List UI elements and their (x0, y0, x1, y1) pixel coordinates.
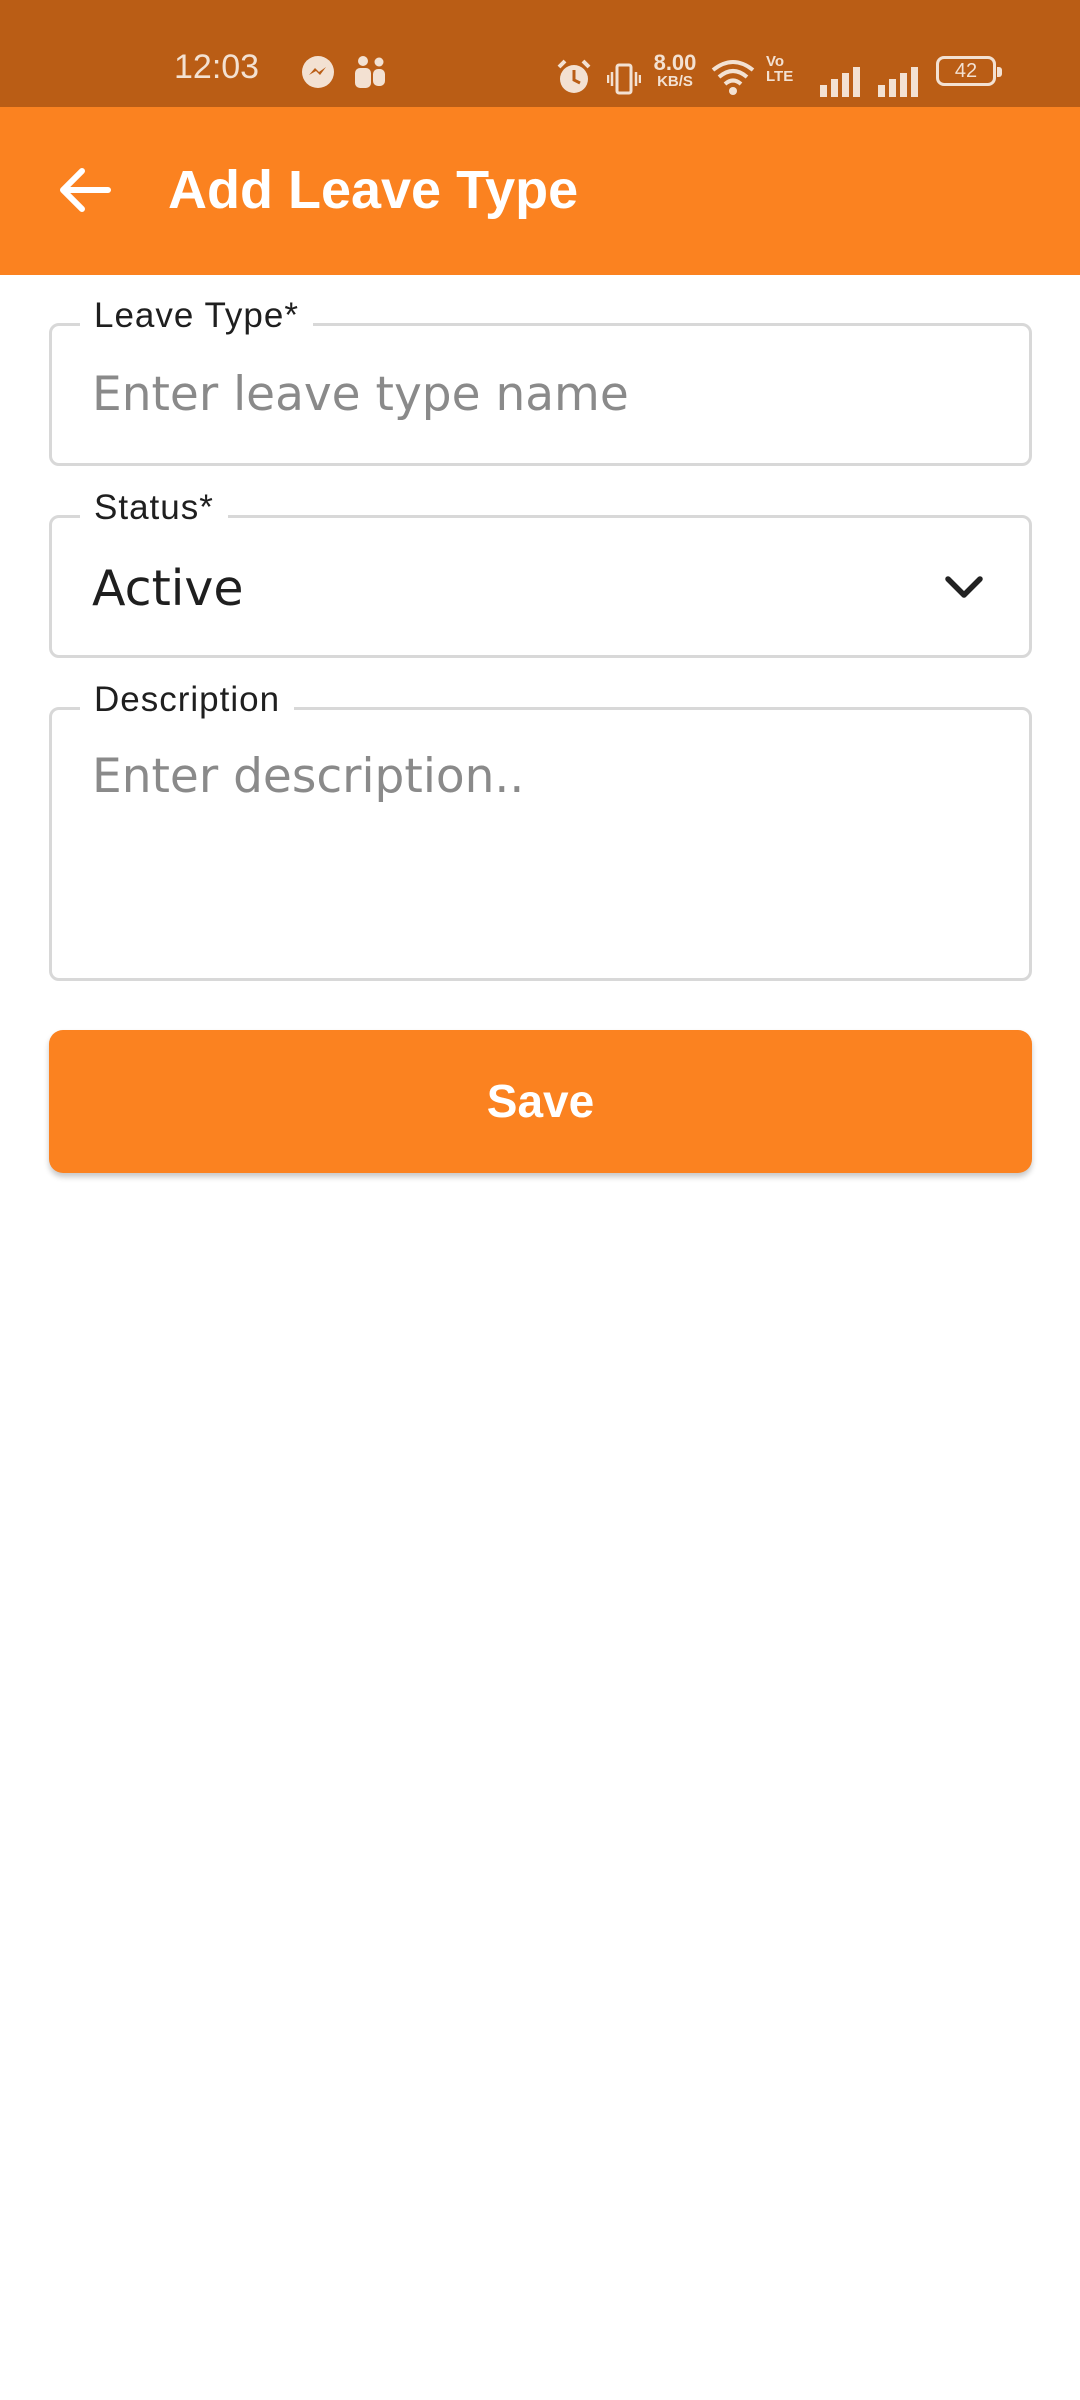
leave-type-field: Leave Type* (49, 296, 1032, 466)
status-bar: 12:03 8.00 KB/S Vo LTE 42 (0, 0, 1080, 107)
leave-type-label: Leave Type* (80, 296, 313, 336)
messenger-icon (302, 56, 334, 88)
net-speed-unit: KB/S (657, 73, 693, 90)
net-speed: 8.00 KB/S (648, 50, 702, 90)
back-arrow-icon (60, 168, 111, 212)
description-field: Description (49, 680, 1032, 981)
page-title: Add Leave Type (168, 160, 579, 220)
signal-icon (878, 67, 918, 97)
status-label: Status* (80, 488, 228, 528)
status-time: 12:03 (174, 48, 260, 86)
signal-icon (820, 67, 860, 97)
save-button[interactable]: Save (49, 1030, 1032, 1173)
battery-level: 42 (954, 59, 978, 82)
vibrate-icon (607, 63, 641, 95)
description-input[interactable] (92, 746, 989, 946)
back-button[interactable] (40, 150, 130, 230)
wifi-icon (711, 60, 755, 95)
teams-icon (355, 56, 385, 88)
chevron-down-icon (945, 576, 983, 598)
alarm-icon (557, 59, 591, 93)
volte-top: Vo (766, 53, 785, 70)
status-selected-value: Active (92, 560, 244, 617)
battery-icon: 42 (936, 56, 1002, 86)
description-label: Description (80, 680, 295, 720)
leave-type-input[interactable] (92, 364, 989, 424)
status-dropdown[interactable]: Status* Active (49, 488, 1032, 658)
volte-bottom: LTE (766, 68, 794, 85)
net-speed-value: 8.00 (653, 50, 697, 75)
volte-indicator: Vo LTE (766, 54, 793, 84)
app-bar: Add Leave Type (0, 107, 1080, 275)
